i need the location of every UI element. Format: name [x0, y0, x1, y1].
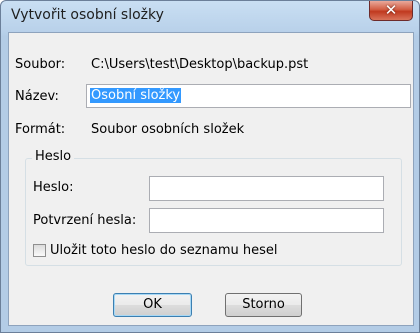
- save-password-checkbox[interactable]: [33, 244, 46, 257]
- format-value: Soubor osobních složek: [91, 122, 245, 137]
- file-path-value: C:\Users\test\Desktop\backup.pst: [91, 57, 309, 72]
- close-button[interactable]: ✕: [369, 1, 413, 21]
- close-icon: ✕: [384, 1, 398, 19]
- dialog-body: Soubor: C:\Users\test\Desktop\backup.pst…: [8, 32, 414, 326]
- window-title: Vytvořit osobní složky: [11, 7, 164, 23]
- name-label: Název:: [15, 89, 59, 104]
- cancel-button[interactable]: Storno: [225, 293, 302, 317]
- file-label: Soubor:: [15, 57, 66, 72]
- save-password-label[interactable]: Uložit toto heslo do seznamu hesel: [50, 243, 277, 258]
- password-label: Heslo:: [33, 180, 74, 195]
- confirm-password-label: Potvrzení hesla:: [33, 213, 137, 228]
- ok-button[interactable]: OK: [113, 293, 192, 317]
- password-input[interactable]: [149, 176, 384, 201]
- confirm-password-input[interactable]: [149, 208, 384, 233]
- format-label: Formát:: [15, 122, 66, 137]
- name-input[interactable]: Osobní složky: [86, 84, 411, 108]
- title-bar[interactable]: Vytvořit osobní složky ✕: [1, 1, 419, 31]
- password-group-legend: Heslo: [32, 149, 75, 164]
- name-input-text: Osobní složky: [90, 88, 182, 103]
- dialog-window: Vytvořit osobní složky ✕ Soubor: C:\User…: [0, 0, 420, 333]
